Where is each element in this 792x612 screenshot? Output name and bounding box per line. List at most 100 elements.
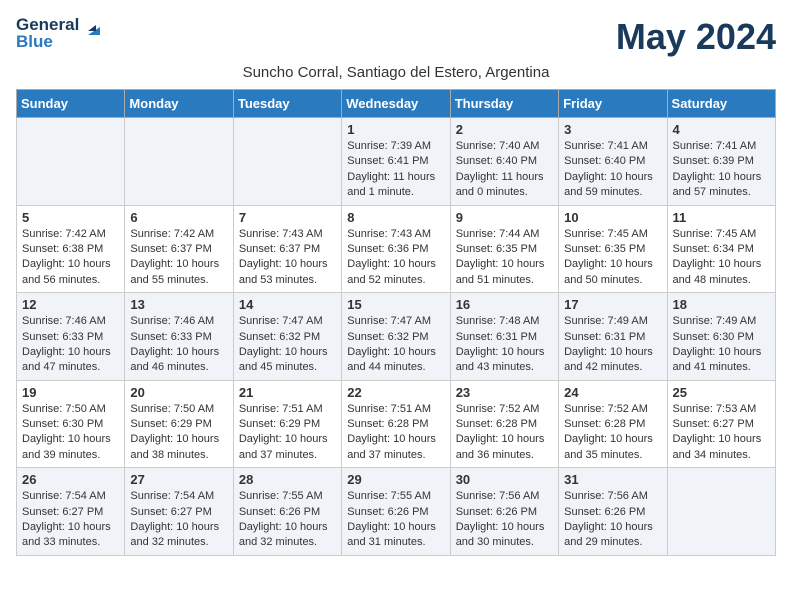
calendar-cell: 25Sunrise: 7:53 AMSunset: 6:27 PMDayligh…	[667, 380, 775, 468]
calendar-cell: 2 Sunrise: 7:40 AMSunset: 6:40 PMDaylight…	[450, 118, 558, 206]
calendar-cell: 22 Sunrise: 7:51 AMSunset: 6:28 PMDayligh…	[342, 380, 450, 468]
cell-content: Sunrise: 7:52 AMSunset: 6:28 PMDaylight:…	[456, 402, 553, 464]
weekday-header: Friday	[559, 90, 667, 118]
day-number: 24	[564, 385, 661, 400]
weekday-header: Sunday	[17, 90, 125, 118]
calendar-cell: 9 Sunrise: 7:44 AMSunset: 6:35 PMDaylight…	[450, 205, 558, 293]
calendar-cell: 18 Sunrise: 7:49 AMSunset: 6:30 PMDayligh…	[667, 293, 775, 381]
cell-content: Sunrise: 7:46 AMSunset: 6:33 PMDaylight:…	[130, 314, 227, 376]
cell-content: Sunrise: 7:42 AMSunset: 6:37 PMDaylight:…	[130, 227, 227, 289]
calendar-cell: 27 Sunrise: 7:54 AMSunset: 6:27 PMDayligh…	[125, 468, 233, 556]
day-number: 11	[673, 210, 770, 225]
cell-content: Sunrise: 7:50 AMSunset: 6:29 PMDaylight:…	[130, 402, 227, 464]
day-number: 18	[673, 297, 770, 312]
calendar-cell: 26 Sunrise: 7:54 AMSunset: 6:27 PMDayligh…	[17, 468, 125, 556]
calendar-cell: 31Sunrise: 7:56 AMSunset: 6:26 PMDayligh…	[559, 468, 667, 556]
cell-content: Sunrise: 7:44 AMSunset: 6:35 PMDaylight:…	[456, 227, 553, 289]
weekday-header: Monday	[125, 90, 233, 118]
calendar-cell: 11 Sunrise: 7:45 AMSunset: 6:34 PMDayligh…	[667, 205, 775, 293]
weekday-header: Saturday	[667, 90, 775, 118]
cell-content: Sunrise: 7:46 AMSunset: 6:33 PMDaylight:…	[22, 314, 119, 376]
calendar-cell: 29Sunrise: 7:55 AMSunset: 6:26 PMDayligh…	[342, 468, 450, 556]
cell-content: Sunrise: 7:54 AMSunset: 6:27 PMDaylight:…	[130, 489, 227, 551]
cell-content: Sunrise: 7:45 AMSunset: 6:35 PMDaylight:…	[564, 227, 661, 289]
calendar-cell: 10 Sunrise: 7:45 AMSunset: 6:35 PMDayligh…	[559, 205, 667, 293]
calendar-cell: 15 Sunrise: 7:47 AMSunset: 6:32 PMDayligh…	[342, 293, 450, 381]
day-number: 27	[130, 472, 227, 487]
calendar-cell: 14 Sunrise: 7:47 AMSunset: 6:32 PMDayligh…	[233, 293, 341, 381]
calendar-cell	[17, 118, 125, 206]
day-number: 21	[239, 385, 336, 400]
header: General Blue May 2024	[16, 16, 776, 58]
cell-content: Sunrise: 7:43 AMSunset: 6:36 PMDaylight:…	[347, 227, 444, 289]
logo-icon	[82, 17, 104, 44]
calendar-cell: 19 Sunrise: 7:50 AMSunset: 6:30 PMDayligh…	[17, 380, 125, 468]
calendar-table: SundayMondayTuesdayWednesdayThursdayFrid…	[16, 89, 776, 556]
calendar-cell	[233, 118, 341, 206]
logo-general: General	[16, 16, 79, 33]
cell-content: Sunrise: 7:45 AMSunset: 6:34 PMDaylight:…	[673, 227, 770, 289]
cell-content: Sunrise: 7:50 AMSunset: 6:30 PMDaylight:…	[22, 402, 119, 464]
day-number: 2	[456, 122, 553, 137]
subtitle: Suncho Corral, Santiago del Estero, Arge…	[16, 64, 776, 81]
calendar-week-row: 1Sunrise: 7:39 AMSunset: 6:41 PMDaylight…	[17, 118, 776, 206]
calendar-cell: 8 Sunrise: 7:43 AMSunset: 6:36 PMDaylight…	[342, 205, 450, 293]
cell-content: Sunrise: 7:39 AMSunset: 6:41 PMDaylight:…	[347, 139, 444, 201]
calendar-cell: 28Sunrise: 7:55 AMSunset: 6:26 PMDayligh…	[233, 468, 341, 556]
calendar-cell: 24 Sunrise: 7:52 AMSunset: 6:28 PMDayligh…	[559, 380, 667, 468]
logo-blue: Blue	[16, 33, 79, 50]
cell-content: Sunrise: 7:47 AMSunset: 6:32 PMDaylight:…	[239, 314, 336, 376]
cell-content: Sunrise: 7:41 AMSunset: 6:40 PMDaylight:…	[564, 139, 661, 201]
calendar-week-row: 19 Sunrise: 7:50 AMSunset: 6:30 PMDayligh…	[17, 380, 776, 468]
day-number: 9	[456, 210, 553, 225]
cell-content: Sunrise: 7:51 AMSunset: 6:28 PMDaylight:…	[347, 402, 444, 464]
calendar-cell: 4Sunrise: 7:41 AMSunset: 6:39 PMDaylight…	[667, 118, 775, 206]
day-number: 29	[347, 472, 444, 487]
day-number: 6	[130, 210, 227, 225]
calendar-cell: 17Sunrise: 7:49 AMSunset: 6:31 PMDayligh…	[559, 293, 667, 381]
day-number: 25	[673, 385, 770, 400]
calendar-week-row: 26 Sunrise: 7:54 AMSunset: 6:27 PMDayligh…	[17, 468, 776, 556]
day-number: 8	[347, 210, 444, 225]
cell-content: Sunrise: 7:49 AMSunset: 6:30 PMDaylight:…	[673, 314, 770, 376]
cell-content: Sunrise: 7:41 AMSunset: 6:39 PMDaylight:…	[673, 139, 770, 201]
calendar-cell: 12Sunrise: 7:46 AMSunset: 6:33 PMDayligh…	[17, 293, 125, 381]
day-number: 22	[347, 385, 444, 400]
day-number: 20	[130, 385, 227, 400]
cell-content: Sunrise: 7:47 AMSunset: 6:32 PMDaylight:…	[347, 314, 444, 376]
calendar-cell: 6 Sunrise: 7:42 AMSunset: 6:37 PMDaylight…	[125, 205, 233, 293]
calendar-cell: 20 Sunrise: 7:50 AMSunset: 6:29 PMDayligh…	[125, 380, 233, 468]
day-number: 16	[456, 297, 553, 312]
calendar-week-row: 5Sunrise: 7:42 AMSunset: 6:38 PMDaylight…	[17, 205, 776, 293]
cell-content: Sunrise: 7:43 AMSunset: 6:37 PMDaylight:…	[239, 227, 336, 289]
weekday-header: Wednesday	[342, 90, 450, 118]
weekday-header: Thursday	[450, 90, 558, 118]
calendar-cell: 7Sunrise: 7:43 AMSunset: 6:37 PMDaylight…	[233, 205, 341, 293]
calendar-cell: 5Sunrise: 7:42 AMSunset: 6:38 PMDaylight…	[17, 205, 125, 293]
cell-content: Sunrise: 7:54 AMSunset: 6:27 PMDaylight:…	[22, 489, 119, 551]
calendar-header-row: SundayMondayTuesdayWednesdayThursdayFrid…	[17, 90, 776, 118]
cell-content: Sunrise: 7:52 AMSunset: 6:28 PMDaylight:…	[564, 402, 661, 464]
cell-content: Sunrise: 7:49 AMSunset: 6:31 PMDaylight:…	[564, 314, 661, 376]
calendar-cell	[125, 118, 233, 206]
calendar-cell: 13Sunrise: 7:46 AMSunset: 6:33 PMDayligh…	[125, 293, 233, 381]
day-number: 15	[347, 297, 444, 312]
cell-content: Sunrise: 7:55 AMSunset: 6:26 PMDaylight:…	[239, 489, 336, 551]
calendar-cell: 3 Sunrise: 7:41 AMSunset: 6:40 PMDaylight…	[559, 118, 667, 206]
cell-content: Sunrise: 7:56 AMSunset: 6:26 PMDaylight:…	[564, 489, 661, 551]
cell-content: Sunrise: 7:48 AMSunset: 6:31 PMDaylight:…	[456, 314, 553, 376]
cell-content: Sunrise: 7:40 AMSunset: 6:40 PMDaylight:…	[456, 139, 553, 201]
calendar-week-row: 12Sunrise: 7:46 AMSunset: 6:33 PMDayligh…	[17, 293, 776, 381]
calendar-cell: 1Sunrise: 7:39 AMSunset: 6:41 PMDaylight…	[342, 118, 450, 206]
day-number: 10	[564, 210, 661, 225]
day-number: 26	[22, 472, 119, 487]
day-number: 5	[22, 210, 119, 225]
day-number: 30	[456, 472, 553, 487]
day-number: 14	[239, 297, 336, 312]
calendar-cell: 30Sunrise: 7:56 AMSunset: 6:26 PMDayligh…	[450, 468, 558, 556]
day-number: 19	[22, 385, 119, 400]
day-number: 23	[456, 385, 553, 400]
calendar-cell: 16 Sunrise: 7:48 AMSunset: 6:31 PMDayligh…	[450, 293, 558, 381]
calendar-body: 1Sunrise: 7:39 AMSunset: 6:41 PMDaylight…	[17, 118, 776, 556]
day-number: 3	[564, 122, 661, 137]
